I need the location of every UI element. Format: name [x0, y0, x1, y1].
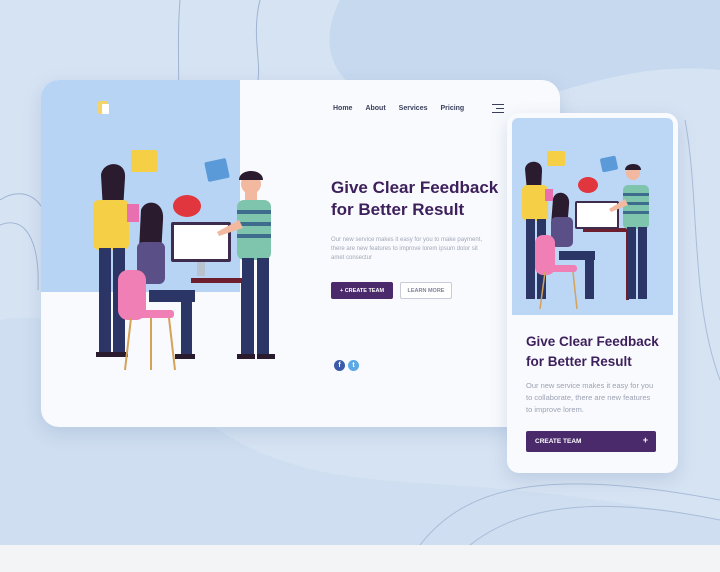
hero-description: Our new service makes it easy for you to…	[331, 237, 483, 261]
twitter-icon[interactable]: t	[348, 360, 359, 371]
yellow-bubble-icon	[131, 150, 157, 172]
man-shirt	[237, 200, 271, 260]
top-nav: Home About Services Pricing	[333, 105, 464, 112]
social-links: f t	[334, 360, 359, 371]
mobile-blue-bubble-icon	[600, 155, 618, 173]
desktop-mockup: Home About Services Pricing Give Clear F…	[41, 80, 560, 427]
plus-icon: +	[642, 435, 648, 445]
blue-bubble-icon	[204, 158, 230, 182]
mobile-create-team-button[interactable]: CREATE TEAM +	[526, 431, 656, 452]
nav-home[interactable]: Home	[333, 105, 352, 112]
mobile-hero-title: Give Clear Feedback for Better Result	[526, 332, 676, 372]
menu-icon[interactable]	[492, 104, 504, 113]
mobile-title-line1: Give Clear Feedback	[526, 334, 659, 349]
nav-about[interactable]: About	[365, 105, 385, 112]
mobile-team-illustration	[522, 151, 649, 310]
nav-services[interactable]: Services	[399, 105, 428, 112]
bottom-strip	[0, 545, 720, 572]
facebook-icon[interactable]: f	[334, 360, 345, 371]
mobile-yellow-bubble-icon	[547, 151, 565, 166]
red-bubble-icon	[173, 195, 201, 217]
mobile-red-bubble-icon	[578, 177, 598, 193]
create-team-button[interactable]: + CREATE TEAM	[331, 282, 393, 299]
hero-title: Give Clear Feedback for Better Result	[331, 177, 531, 221]
team-illustration	[93, 150, 275, 371]
hero-title-line1: Give Clear Feedback	[331, 178, 499, 197]
mobile-hero-description: Our new service makes it easy for you to…	[526, 381, 654, 414]
hero-title-line2: for Better Result	[331, 200, 465, 219]
mobile-create-team-label: CREATE TEAM	[535, 438, 582, 445]
mobile-mockup: Give Clear Feedback for Better Result Ou…	[507, 113, 678, 473]
learn-more-button[interactable]: LEARN MORE	[400, 282, 452, 299]
mobile-title-line2: for Better Result	[526, 354, 632, 369]
nav-pricing[interactable]: Pricing	[440, 105, 464, 112]
